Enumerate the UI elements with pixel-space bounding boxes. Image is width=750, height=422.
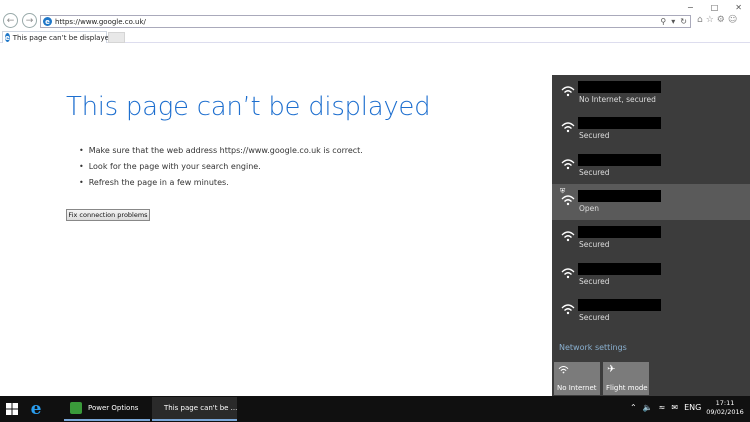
page-title: This page can’t be displayed <box>66 92 431 122</box>
tab-row: e This page can’t be displayed <box>0 31 750 43</box>
window-controls: − □ ✕ <box>687 3 742 12</box>
search-icon[interactable]: ⚲ <box>660 16 666 28</box>
system-tray: ⌃ 🔈 ≈ ✉ ENG <box>630 403 701 412</box>
refresh-icon[interactable]: ↻ <box>680 16 687 28</box>
network-item[interactable]: No Internet, secured <box>552 75 750 111</box>
network-status: Secured <box>579 167 610 177</box>
star-icon[interactable]: ☆ <box>706 15 714 25</box>
wifi-quick-action-label: No Internet <box>557 384 597 392</box>
airplane-icon: ✈ <box>607 364 616 375</box>
address-text[interactable]: https://www.google.co.uk/ <box>55 18 146 26</box>
wifi-signal-icon <box>561 85 575 97</box>
power-options-icon <box>70 402 82 414</box>
windows-logo-icon <box>6 403 18 415</box>
wifi-signal-icon <box>561 230 575 242</box>
suggestion-item: Make sure that the web address https://w… <box>79 143 363 159</box>
flight-mode-quick-action[interactable]: ✈ Flight mode <box>603 362 649 395</box>
ie-pinned-icon[interactable]: e <box>27 399 45 419</box>
home-icon[interactable]: ⌂ <box>697 15 703 25</box>
network-name-redacted <box>578 262 661 275</box>
network-tray-icon[interactable]: ≈ <box>659 403 666 412</box>
maximize-button[interactable]: □ <box>711 3 719 12</box>
wifi-signal-icon <box>561 303 575 315</box>
suggestions-list: Make sure that the web address https://w… <box>79 143 363 191</box>
wifi-signal-icon <box>561 121 575 133</box>
network-name-redacted <box>578 226 661 239</box>
network-status: Secured <box>579 276 610 286</box>
network-name-redacted <box>578 81 661 93</box>
language-indicator[interactable]: ENG <box>684 403 701 412</box>
suggestion-item: Look for the page with your search engin… <box>79 159 363 175</box>
message-icon[interactable]: ✉ <box>671 403 678 412</box>
wifi-signal-icon <box>561 158 575 170</box>
network-status: No Internet, secured <box>579 95 656 104</box>
flight-mode-label: Flight mode <box>606 384 648 392</box>
back-arrow-icon: ← <box>6 15 15 26</box>
network-item[interactable]: Secured <box>552 257 750 293</box>
network-name-redacted <box>578 189 661 202</box>
gear-icon[interactable]: ⚙ <box>717 15 725 25</box>
network-name-redacted <box>578 153 661 166</box>
wifi-signal-icon <box>561 267 575 279</box>
browser-titlebar: − □ ✕ ← → e https://www.google.co.uk/ ⚲ … <box>0 0 750 31</box>
close-button[interactable]: ✕ <box>735 3 742 12</box>
network-name-redacted <box>578 298 661 311</box>
suggestion-item: Refresh the page in a few minutes. <box>79 175 363 191</box>
wifi-quick-action[interactable]: No Internet <box>554 362 600 395</box>
address-tools: ⚲ ▾ ↻ <box>660 16 687 28</box>
network-status: Open <box>579 203 600 213</box>
back-button[interactable]: ← <box>3 13 18 28</box>
forward-arrow-icon: → <box>25 15 34 26</box>
tab-ie-icon: e <box>5 33 10 42</box>
network-status: Secured <box>579 240 610 250</box>
minimize-button[interactable]: − <box>687 3 694 12</box>
network-item[interactable]: Secured <box>552 220 750 256</box>
dropdown-icon[interactable]: ▾ <box>671 16 675 28</box>
taskbar-app-browser[interactable]: This page can't be ... <box>152 397 237 421</box>
network-item[interactable]: Secured <box>552 293 750 329</box>
network-item[interactable]: Secured <box>552 148 750 184</box>
browser-tools: ⌂ ☆ ⚙ ☺ <box>697 15 737 25</box>
chevron-up-icon[interactable]: ⌃ <box>630 403 637 412</box>
taskbar-app-label: This page can't be ... <box>164 404 238 412</box>
clock-time: 17:11 <box>715 399 735 407</box>
address-bar[interactable]: e https://www.google.co.uk/ ⚲ ▾ ↻ <box>40 15 691 28</box>
fix-connection-button[interactable]: Fix connection problems <box>66 209 150 221</box>
clock-date: 09/02/2016 <box>706 408 744 416</box>
tab-title: This page can’t be displayed <box>12 33 114 42</box>
network-flyout: No Internet, secured Secured Secured ⛨ Open S… <box>552 75 750 396</box>
smiley-icon[interactable]: ☺ <box>728 15 737 25</box>
network-item[interactable]: ⛨ Open <box>552 183 750 220</box>
network-settings-link[interactable]: Network settings <box>559 343 627 352</box>
network-name-redacted <box>578 117 661 130</box>
forward-button[interactable]: → <box>22 13 37 28</box>
volume-icon[interactable]: 🔈 <box>643 403 653 412</box>
taskbar-app-power-options[interactable]: Power Options <box>64 397 150 421</box>
network-status: Secured <box>579 131 610 141</box>
wifi-signal-icon <box>561 194 575 206</box>
network-item[interactable]: Secured <box>552 111 750 147</box>
network-status: Secured <box>579 312 610 322</box>
clock[interactable]: 17:11 09/02/2016 <box>705 399 745 417</box>
new-tab-button[interactable] <box>108 32 125 43</box>
taskbar: e Power Options This page can't be ... ⌃… <box>0 396 750 422</box>
shield-icon: ⛨ <box>560 186 566 195</box>
start-button[interactable] <box>4 401 20 417</box>
site-icon: e <box>43 17 52 26</box>
tab-current[interactable]: e This page can’t be displayed <box>2 31 113 43</box>
taskbar-app-label: Power Options <box>88 404 139 412</box>
wifi-icon <box>558 365 569 377</box>
